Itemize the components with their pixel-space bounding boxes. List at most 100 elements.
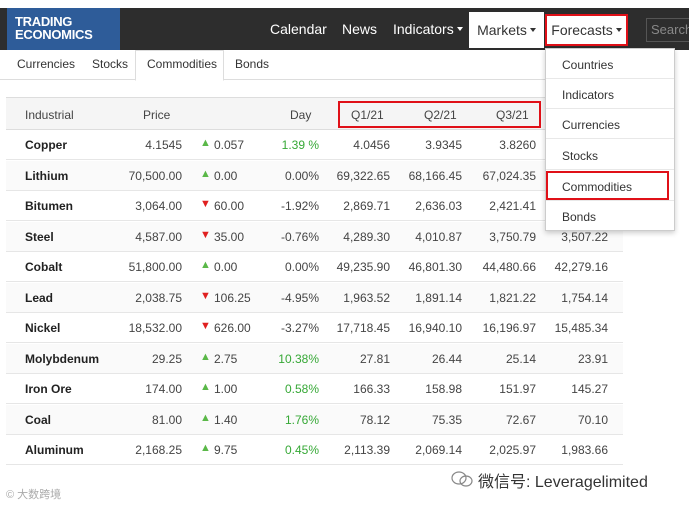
table-row[interactable]: Lithium 70,500.00 0.00 0.00% 69,322.65 68,166…	[6, 160, 623, 191]
cell-name: Lithium	[25, 168, 69, 183]
dropdown-item-bonds[interactable]: Bonds	[546, 201, 674, 231]
dropdown-item-currencies[interactable]: Currencies	[546, 109, 674, 139]
caret-down-icon	[456, 27, 463, 31]
cell-name: Lead	[25, 290, 54, 305]
arrow-down-icon: ▼	[200, 289, 211, 302]
cell-change: 2.75	[214, 351, 238, 366]
table-row[interactable]: Nickel 18,532.00 626.00 -3.27% 17,718.45 16,9…	[6, 313, 623, 343]
cell-price: 4,587.00	[135, 229, 182, 244]
arrow-up-icon: ▲	[200, 259, 211, 271]
cell-q4: 145.27	[571, 382, 608, 396]
cell-q3: 1,821.22	[489, 290, 536, 305]
caret-down-icon	[615, 28, 622, 32]
cell-q2: 75.35	[431, 412, 462, 427]
cell-change: 0.057	[214, 138, 245, 152]
cell-q3: 72.67	[505, 412, 536, 427]
tab-commodities[interactable]: Commodities	[147, 57, 217, 71]
cell-q3: 16,196.97	[482, 321, 536, 335]
nav-news[interactable]: News	[342, 8, 377, 50]
cell-q4: 3,507.22	[561, 229, 608, 244]
dropdown-item-indicators[interactable]: Indicators	[546, 79, 674, 109]
table-row[interactable]: Steel 4,587.00 35.00 -0.76% 4,289.30 4,010.87…	[6, 221, 623, 252]
table-row[interactable]: Coal 81.00 1.40 1.76% 78.12 75.35 72.67 70.10 ▲	[6, 404, 623, 435]
cell-q2: 3.9345	[425, 138, 462, 152]
cell-change: 9.75	[214, 443, 238, 457]
cell-q1: 1,963.52	[343, 290, 390, 305]
commodities-highlight-box	[546, 171, 669, 200]
cell-change: 106.25	[214, 290, 251, 305]
copyright-icon: ©	[6, 489, 15, 501]
arrow-up-icon: ▲	[200, 350, 211, 363]
cell-q4: 15,485.34	[554, 321, 608, 335]
cell-q1: 17,718.45	[336, 321, 390, 335]
cell-q1: 78.12	[359, 412, 390, 427]
arrow-down-icon: ▼	[200, 228, 211, 241]
commodities-table: Industrial Price Day Q1/21 Q2/21 Q3/21 C…	[6, 97, 623, 465]
cell-q3: 2,025.97	[489, 443, 536, 457]
search-input[interactable]: Search	[646, 18, 689, 42]
cell-q1: 49,235.90	[336, 260, 390, 274]
nav-news-label: News	[342, 21, 378, 37]
cell-pct: -3.27%	[280, 321, 319, 335]
cell-change: 0.00	[214, 260, 238, 274]
nav-indicators[interactable]: Indicators	[393, 8, 463, 50]
bottom-logo: © 大数跨境	[6, 486, 61, 502]
dropdown-item-countries[interactable]: Countries	[546, 49, 674, 79]
logo-line-2: ECONOMICS	[15, 27, 93, 42]
sub-tabs: Currencies Stocks Commodities Bonds	[0, 50, 545, 81]
cell-q2: 158.98	[425, 382, 462, 396]
cell-q1: 2,869.71	[343, 199, 390, 213]
cell-q3: 2,421.41	[489, 199, 536, 213]
cell-pct: 0.00%	[284, 260, 319, 274]
arrow-up-icon: ▲	[200, 442, 211, 454]
table-row[interactable]: Aluminum 2,168.25 9.75 0.45% 2,113.39 2,069.1…	[6, 435, 623, 465]
cell-q1: 2,113.39	[344, 443, 390, 457]
cell-pct: -1.92%	[280, 199, 319, 213]
cell-name: Iron Ore	[25, 382, 72, 396]
nav-calendar[interactable]: Calendar	[270, 8, 327, 50]
forecasts-dropdown: Countries Indicators Currencies Stocks C…	[545, 48, 675, 231]
tab-stocks[interactable]: Stocks	[92, 57, 128, 71]
cell-q2: 4,010.87	[415, 229, 462, 244]
cell-q3: 67,024.35	[482, 168, 536, 183]
dropdown-item-stocks[interactable]: Stocks	[546, 140, 674, 170]
cell-q2: 68,166.45	[408, 168, 462, 183]
table-row[interactable]: Iron Ore 174.00 1.00 0.58% 166.33 158.98 151.9…	[6, 374, 623, 404]
nav-markets[interactable]: Markets	[469, 12, 544, 48]
cell-q1: 27.81	[359, 351, 390, 366]
search-placeholder: Search	[651, 22, 689, 37]
cell-price: 3,064.00	[135, 199, 182, 213]
table-row[interactable]: Copper 4.1545 0.057 1.39 % 4.0456 3.9345 3.826…	[6, 130, 623, 160]
cell-name: Steel	[25, 229, 54, 244]
arrow-up-icon: ▲	[200, 381, 211, 393]
cell-q4: 42,279.16	[554, 260, 608, 274]
table-row[interactable]: Bitumen 3,064.00 60.00 -1.92% 2,869.71 2,636.…	[6, 191, 623, 221]
table-row[interactable]: Molybdenum 29.25 2.75 10.38% 27.81 26.44 25.14…	[6, 343, 623, 374]
tab-currencies[interactable]: Currencies	[17, 57, 75, 71]
cell-name: Molybdenum	[25, 351, 99, 366]
cell-price: 174.00	[145, 382, 182, 396]
nav-forecasts-label: Forecasts	[551, 22, 613, 38]
arrow-up-icon: ▲	[200, 411, 211, 424]
cell-q1: 166.33	[353, 382, 390, 396]
cell-price: 18,532.00	[128, 321, 182, 335]
cell-q3: 44,480.66	[482, 260, 536, 274]
caret-down-icon	[529, 28, 536, 32]
cell-q2: 16,940.10	[408, 321, 462, 335]
cell-q2: 46,801.30	[408, 260, 462, 274]
site-logo[interactable]: TRADING ECONOMICS	[7, 8, 120, 50]
cell-price: 4.1545	[145, 138, 182, 152]
quarter-highlight-box	[338, 101, 541, 128]
cell-name: Aluminum	[25, 443, 84, 457]
cell-q4: 1,754.14	[561, 290, 608, 305]
nav-forecasts[interactable]: Forecasts	[545, 14, 628, 46]
table-row[interactable]: Cobalt 51,800.00 0.00 0.00% 49,235.90 46,801.…	[6, 252, 623, 282]
watermark-text: 微信号: Leveragelimited	[478, 474, 648, 491]
tab-bonds[interactable]: Bonds	[235, 57, 269, 71]
cell-q4: 23.91	[577, 351, 608, 366]
table-row[interactable]: Lead 2,038.75 106.25 -4.95% 1,963.52 1,891.14…	[6, 282, 623, 313]
header-day: Day	[290, 108, 312, 122]
cell-q3: 3.8260	[499, 138, 536, 152]
cell-q2: 2,636.03	[415, 199, 462, 213]
cell-pct: -0.76%	[280, 229, 319, 244]
